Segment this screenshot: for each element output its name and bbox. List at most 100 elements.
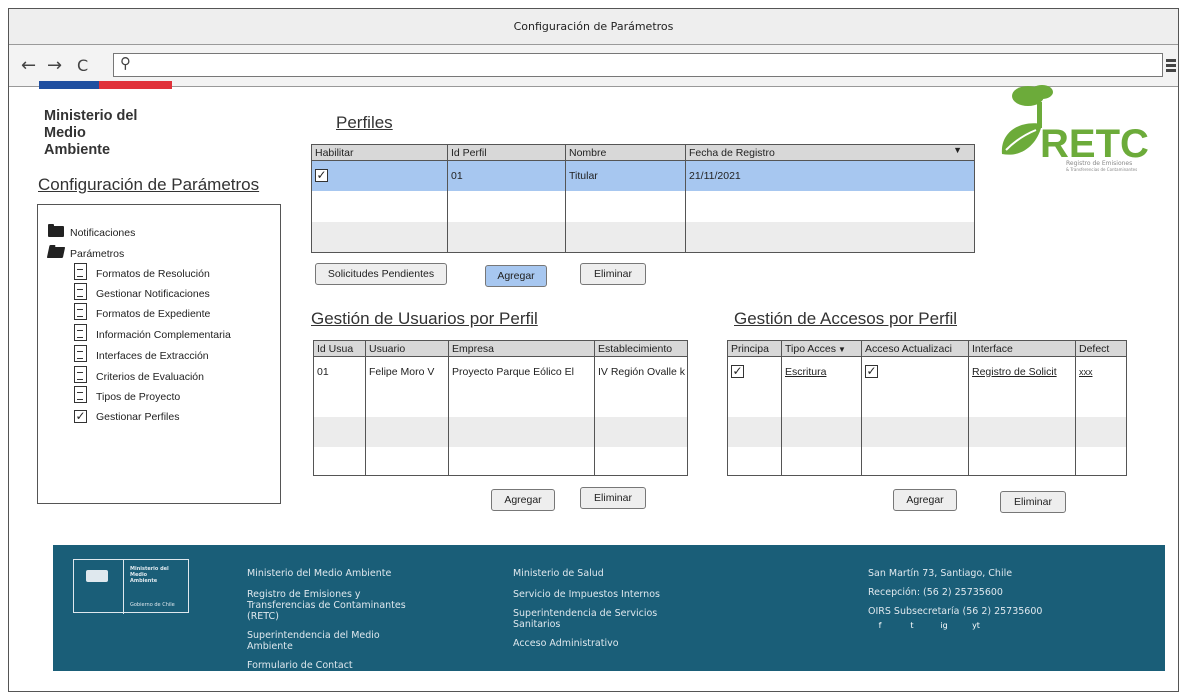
- column-header[interactable]: Defect: [1075, 340, 1127, 357]
- table-row[interactable]: 01 Felipe Moro V Proyecto Parque Eólico …: [313, 356, 688, 387]
- sort-down-icon[interactable]: ▼: [838, 345, 846, 354]
- document-icon: [74, 303, 87, 320]
- perfiles-title: Perfiles: [336, 113, 393, 132]
- table-row[interactable]: [313, 386, 688, 417]
- column-header[interactable]: Id Usua: [313, 340, 366, 357]
- tree-item-notificaciones[interactable]: Notificaciones: [48, 224, 135, 239]
- column-header[interactable]: Establecimiento: [594, 340, 688, 357]
- eliminar-perfil-button[interactable]: Eliminar: [580, 263, 646, 285]
- usuarios-table: Id Usua Usuario Empresa Establecimiento …: [313, 340, 688, 476]
- twitter-icon[interactable]: t: [901, 619, 923, 633]
- tree-item-informacion-complementaria[interactable]: Información Complementaria: [96, 329, 231, 341]
- site-footer: Ministerio del Medio Ambiente Gobierno d…: [53, 545, 1165, 671]
- footer-link[interactable]: Superintendencia del Medio: [247, 630, 380, 641]
- footer-link[interactable]: Servicio de Impuestos Internos: [513, 589, 660, 600]
- nav-bar: ← → C ⚲: [9, 45, 1178, 87]
- tree-item-gestionar-perfiles[interactable]: Gestionar Perfiles: [96, 411, 179, 423]
- table-row[interactable]: [727, 386, 1127, 417]
- tree-item-tipos-proyecto[interactable]: Tipos de Proyecto: [96, 391, 180, 403]
- folder-icon: [48, 224, 64, 237]
- column-header[interactable]: Acceso Actualizaci: [861, 340, 969, 357]
- accesos-table: Principa Tipo Acces ▼ Acceso Actualizaci …: [727, 340, 1127, 476]
- tree-item-criterios-evaluacion[interactable]: Criterios de Evaluación: [96, 371, 204, 383]
- reload-icon[interactable]: C: [77, 53, 88, 79]
- habilitar-checkbox[interactable]: ✓: [315, 169, 328, 183]
- column-header[interactable]: Usuario: [365, 340, 449, 357]
- retc-wordmark: RETC: [1040, 122, 1149, 166]
- usuarios-title: Gestión de Usuarios por Perfil: [311, 309, 538, 328]
- checkbox-checked-icon: ✓: [74, 409, 87, 423]
- tipo-acceso-link[interactable]: Escritura: [781, 356, 862, 387]
- document-icon: [74, 283, 87, 300]
- perfiles-table: Habilitar Id Perfil Nombre Fecha de Regi…: [311, 144, 975, 253]
- table-row[interactable]: [311, 221, 975, 253]
- agregar-usuario-button[interactable]: Agregar: [491, 489, 555, 511]
- eliminar-usuario-button[interactable]: Eliminar: [580, 487, 646, 509]
- column-header[interactable]: Fecha de Registro ▼: [685, 144, 975, 161]
- retc-logo: RETC Registro de Emisiones & Transferenc…: [990, 84, 1170, 174]
- column-header[interactable]: Empresa: [448, 340, 595, 357]
- flag-stripe-red: [99, 81, 172, 89]
- folder-open-icon: [46, 247, 66, 258]
- search-icon: ⚲: [120, 54, 131, 72]
- window-title: Configuración de Parámetros: [9, 9, 1178, 45]
- facebook-icon[interactable]: f: [869, 619, 891, 633]
- parameter-tree: Notificaciones Parámetros Formatos de Re…: [37, 204, 281, 504]
- footer-link[interactable]: Superintendencia de Servicios: [513, 608, 657, 619]
- youtube-icon[interactable]: yt: [965, 619, 987, 633]
- column-header[interactable]: Tipo Acces ▼: [781, 340, 862, 357]
- menu-icon[interactable]: [1166, 59, 1176, 73]
- footer-link[interactable]: Formulario de Contact: [247, 660, 353, 671]
- document-icon: [74, 263, 87, 280]
- document-icon: [74, 345, 87, 362]
- gobierno-logo: Ministerio del Medio Ambiente Gobierno d…: [73, 559, 189, 614]
- defecto-link[interactable]: xxx: [1075, 356, 1127, 387]
- document-icon: [74, 366, 87, 383]
- table-row[interactable]: [727, 446, 1127, 476]
- table-row[interactable]: [311, 190, 975, 222]
- actualizacion-checkbox[interactable]: ✓: [865, 365, 878, 379]
- column-header[interactable]: Principa: [727, 340, 782, 357]
- table-row[interactable]: [727, 416, 1127, 447]
- footer-link[interactable]: Ministerio del Medio Ambiente: [247, 568, 391, 579]
- agregar-acceso-button[interactable]: Agregar: [893, 489, 957, 511]
- document-icon: [74, 324, 87, 341]
- tree-item-parametros[interactable]: Parámetros: [46, 247, 124, 260]
- principal-checkbox[interactable]: ✓: [731, 365, 744, 379]
- footer-link[interactable]: Ministerio de Salud: [513, 568, 604, 579]
- sidebar-title: Configuración de Parámetros: [38, 175, 260, 194]
- footer-phone: Recepción: (56 2) 25735600: [868, 587, 1003, 598]
- agregar-perfil-button[interactable]: Agregar: [485, 265, 547, 287]
- table-row[interactable]: ✓ 01 Titular 21/11/2021: [311, 160, 975, 191]
- url-bar[interactable]: ⚲: [113, 53, 1163, 77]
- accesos-title: Gestión de Accesos por Perfil: [734, 309, 958, 328]
- instagram-icon[interactable]: ig: [933, 619, 955, 633]
- eliminar-acceso-button[interactable]: Eliminar: [1000, 491, 1066, 513]
- table-row[interactable]: [313, 446, 688, 476]
- tree-item-gestionar-notificaciones[interactable]: Gestionar Notificaciones: [96, 288, 210, 300]
- tree-item-formatos-expediente[interactable]: Formatos de Expediente: [96, 308, 210, 320]
- table-row[interactable]: ✓ Escritura ✓ Registro de Solicit xxx: [727, 356, 1127, 387]
- column-header[interactable]: Habilitar: [311, 144, 448, 161]
- document-icon: [74, 386, 87, 403]
- table-header-row: Principa Tipo Acces ▼ Acceso Actualizaci …: [727, 340, 1127, 357]
- forward-arrow-icon[interactable]: →: [47, 53, 62, 79]
- column-header[interactable]: Nombre: [565, 144, 686, 161]
- column-header[interactable]: Id Perfil: [447, 144, 566, 161]
- footer-address: San Martín 73, Santiago, Chile: [868, 568, 1013, 579]
- solicitudes-pendientes-button[interactable]: Solicitudes Pendientes: [315, 263, 447, 285]
- table-header-row: Habilitar Id Perfil Nombre Fecha de Regi…: [311, 144, 975, 161]
- column-header[interactable]: Interface: [968, 340, 1076, 357]
- table-header-row: Id Usua Usuario Empresa Establecimiento: [313, 340, 688, 357]
- table-row[interactable]: [313, 416, 688, 447]
- sort-down-icon[interactable]: ▼: [953, 146, 962, 156]
- tree-item-formatos-resolucion[interactable]: Formatos de Resolución: [96, 268, 210, 280]
- ministerio-logo-text: Ministerio del Medio Ambiente: [44, 108, 138, 158]
- tree-item-interfaces-extraccion[interactable]: Interfaces de Extracción: [96, 350, 209, 362]
- footer-link[interactable]: Acceso Administrativo: [513, 638, 619, 649]
- footer-link[interactable]: Registro de Emisiones y: [247, 589, 361, 600]
- interface-link[interactable]: Registro de Solicit: [968, 356, 1076, 387]
- footer-oirs: OIRS Subsecretaría (56 2) 25735600: [868, 606, 1043, 617]
- flag-stripe-blue: [39, 81, 99, 89]
- back-arrow-icon[interactable]: ←: [21, 53, 36, 79]
